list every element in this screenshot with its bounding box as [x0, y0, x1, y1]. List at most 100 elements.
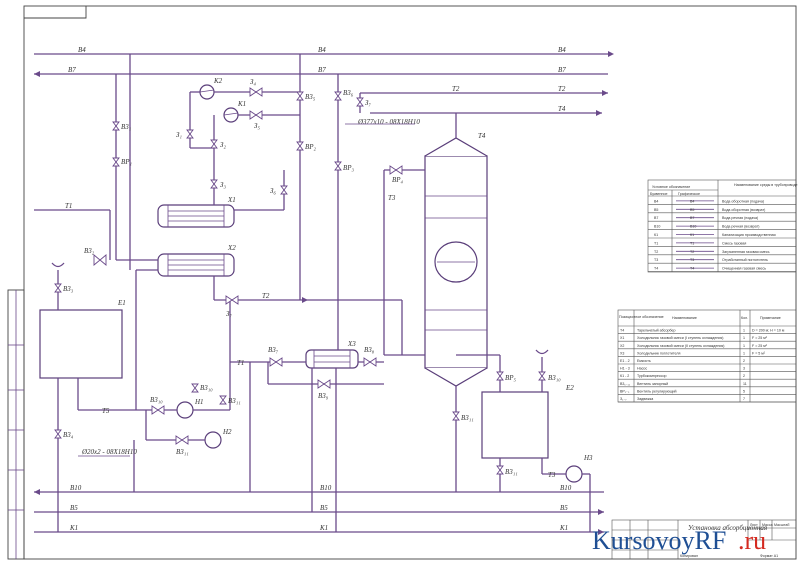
piping [34, 54, 591, 532]
legend-name: Вода оборотная (возврат) [722, 208, 765, 212]
svg-text:В3₅: В3₅ [305, 93, 316, 101]
spec-cell-qty: 3 [743, 367, 745, 371]
svg-text:ВР₄: ВР₄ [392, 176, 404, 184]
svg-text:Масштаб: Масштаб [774, 523, 789, 527]
svg-text:Графическое: Графическое [678, 192, 700, 196]
watermark-logo: KursovoyRF .ru [592, 526, 766, 555]
svg-text:Т5: Т5 [102, 407, 110, 415]
svg-text:Т1: Т1 [65, 202, 72, 210]
svg-text:Условное обозначение: Условное обозначение [652, 185, 690, 189]
svg-text:Е1: Е1 [117, 299, 126, 307]
svg-text:Ø377х10 - 08Х18Н10: Ø377х10 - 08Х18Н10 [357, 118, 420, 126]
svg-text:В3₁₁: В3₁₁ [228, 397, 241, 405]
legend-code: Т1 [654, 241, 658, 245]
spec-cell-qty: 1 [743, 329, 745, 333]
svg-text:В3₃: В3₃ [63, 285, 74, 293]
svg-text:В10: В10 [560, 484, 572, 492]
legend-symbol-code: К1 [690, 233, 694, 237]
compressor-k1: К1 [223, 100, 246, 123]
svg-text:ВР₁: ВР₁ [121, 158, 132, 166]
line-b7: В7 В7 В7 [34, 66, 608, 77]
svg-text:К1: К1 [559, 524, 568, 532]
svg-text:В3₁₁: В3₁₁ [461, 414, 474, 422]
spec-cell-name: Холодильник поглотителя [637, 351, 680, 355]
spec-cell-pos: Т4 [620, 329, 624, 333]
svg-text:В3₇: В3₇ [268, 346, 279, 354]
svg-text:В7: В7 [558, 66, 566, 74]
svg-text:К1: К1 [319, 524, 328, 532]
svg-text:Наименование: Наименование [672, 316, 697, 320]
line-t4: Т4 [370, 105, 602, 116]
spec-cell-qty: 1 [743, 336, 745, 340]
svg-text:В5: В5 [70, 504, 78, 512]
legend-symbol-code: Т4 [690, 267, 694, 271]
svg-text:Позиционное обозначение: Позиционное обозначение [619, 315, 664, 319]
line-b4: В4 В4 В4 [34, 46, 614, 57]
svg-text:KursovoyRF: KursovoyRF [592, 526, 726, 555]
sheet-frame [23, 5, 797, 560]
legend-code: Т2 [654, 250, 658, 254]
svg-text:Т2: Т2 [452, 85, 460, 93]
svg-text:В3₁₁: В3₁₁ [176, 448, 189, 456]
svg-text:В3₈: В3₈ [364, 346, 375, 354]
line-k1: К1 К1 К1 [34, 524, 604, 535]
spec-cell-pos: З₁₋₇ [620, 397, 627, 401]
spec-cell-name: Турбокомпрессор [637, 374, 666, 378]
spec-cell-pos: Х2 [620, 344, 624, 348]
svg-text:З₇: З₇ [226, 310, 232, 318]
spec-cell-note: F = 25 м² [752, 344, 768, 348]
legend-name: Очищенная газовая смесь [722, 267, 766, 271]
process-flow-diagram: В4 В4 В4 В7 В7 В7 Т2 Т2 Т4 В10 В10 В10 В… [7, 5, 798, 560]
svg-text:В10: В10 [320, 484, 332, 492]
legend-name: Канализация производственная [722, 233, 776, 237]
svg-text:В10: В10 [70, 484, 82, 492]
legend-name: Вода оборотная (подача) [722, 199, 764, 203]
svg-text:Н3: Н3 [583, 454, 593, 462]
svg-text:Т2: Т2 [558, 85, 566, 93]
svg-text:Т3: Т3 [548, 471, 556, 479]
svg-text:З₂: З₂ [220, 141, 226, 149]
spec-cell-name: Холодильник газовой смеси (II ступень ох… [637, 344, 724, 348]
spec-table: Позиционное обозначение Наименование Кол… [617, 309, 797, 403]
pump-h3: Н3 [565, 454, 593, 483]
drawing-canvas: { "lines": { "top": ["В4","В4","В4"], "s… [0, 0, 800, 565]
svg-text:Примечание: Примечание [760, 316, 781, 320]
spec-cell-qty: 1 [743, 344, 745, 348]
svg-text:З₇: З₇ [365, 99, 371, 107]
legend-symbol-code: Т1 [690, 241, 694, 245]
spec-rows: Т4 Тарельчатый абсорбер 1 D = 200 м; Н = 10… [618, 329, 796, 403]
svg-text:В3₁₁: В3₁₁ [505, 468, 518, 476]
svg-text:В3₆: В3₆ [343, 89, 354, 97]
spec-cell-pos: Н1 - 3 [620, 367, 630, 371]
svg-text:В5: В5 [560, 504, 568, 512]
legend-code: Т3 [654, 258, 658, 262]
spec-cell-note: F = 25 м² [752, 336, 768, 340]
svg-text:Н1: Н1 [194, 398, 204, 406]
legend-symbol-code: В4 [690, 199, 694, 203]
svg-text:В4: В4 [318, 46, 326, 54]
spec-cell-pos: ВР₁₋₅ [620, 389, 630, 393]
svg-text:В4: В4 [558, 46, 566, 54]
legend-name: Отработанный поглотитель [722, 258, 768, 262]
svg-text:Е2: Е2 [565, 384, 574, 392]
spec-cell-pos: В3₁₋₁₁ [620, 382, 631, 386]
spec-cell-pos: Х3 [620, 351, 624, 355]
spec-cell-name: Тарельчатый абсорбер [637, 329, 676, 333]
spec-cell-name: Насос [637, 367, 647, 371]
svg-text:З₅: З₅ [254, 122, 260, 130]
legend-symbol-code: В5 [690, 208, 694, 212]
spec-cell-qty: 5 [743, 389, 745, 393]
spec-cell-qty: 2 [743, 359, 745, 363]
svg-text:Т4: Т4 [558, 105, 566, 113]
legend-code: В10 [654, 225, 660, 229]
legend-code: В4 [654, 199, 658, 203]
spec-cell-pos: К1 - 2 [620, 374, 629, 378]
svg-text:Т4: Т4 [478, 132, 486, 140]
svg-text:З₄: З₄ [250, 78, 256, 86]
legend-symbol-code: Т3 [690, 258, 694, 262]
svg-text:В3₁: В3₁ [121, 123, 131, 131]
spec-cell-pos: Х1 [620, 336, 624, 340]
legend-symbol-code: В10 [690, 225, 696, 229]
svg-text:В3₂: В3₂ [84, 247, 95, 255]
pump-h1: Н1 [176, 398, 204, 419]
